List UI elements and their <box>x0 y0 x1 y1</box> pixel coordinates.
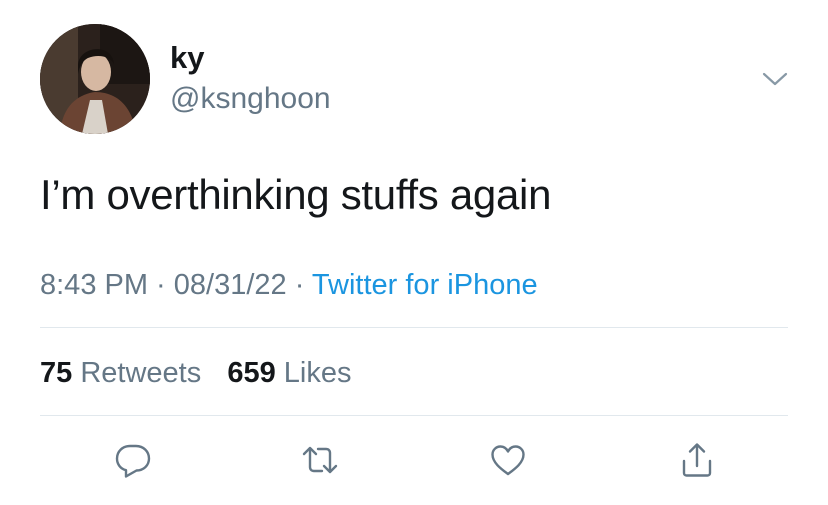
tweet-source-link[interactable]: Twitter for iPhone <box>312 269 538 301</box>
tweet-text: I’m overthinking stuffs again <box>40 171 552 218</box>
retweet-icon <box>302 446 338 474</box>
meta-separator: · <box>286 269 312 301</box>
meta-separator: · <box>148 269 174 301</box>
retweets-count: 75 <box>40 357 73 389</box>
likes-stat[interactable]: 659 Likes <box>227 357 351 389</box>
likes-label: Likes <box>283 357 352 389</box>
divider <box>40 327 788 328</box>
tweet-meta: 8:43 PM · 08/31/22 · Twitter for iPhone <box>40 265 538 305</box>
tweet-stats: 75 Retweets 659 Likes <box>40 353 352 393</box>
avatar-photo <box>40 24 150 134</box>
chevron-down-icon[interactable] <box>760 64 790 94</box>
user-handle[interactable]: @ksnghoon <box>170 80 331 118</box>
tweet-date[interactable]: 08/31/22 <box>174 269 287 301</box>
display-name[interactable]: ky <box>170 38 204 78</box>
retweet-button[interactable] <box>296 436 344 484</box>
heart-icon <box>491 445 525 476</box>
divider <box>40 415 788 416</box>
tweet-time[interactable]: 8:43 PM <box>40 269 148 301</box>
share-button[interactable] <box>673 436 721 484</box>
avatar[interactable] <box>40 24 150 134</box>
likes-count: 659 <box>227 357 276 389</box>
reply-button[interactable] <box>109 436 157 484</box>
share-icon <box>682 443 712 477</box>
retweets-label: Retweets <box>80 357 202 389</box>
reply-icon <box>115 444 151 478</box>
retweets-stat[interactable]: 75 Retweets <box>40 357 201 389</box>
like-button[interactable] <box>484 436 532 484</box>
